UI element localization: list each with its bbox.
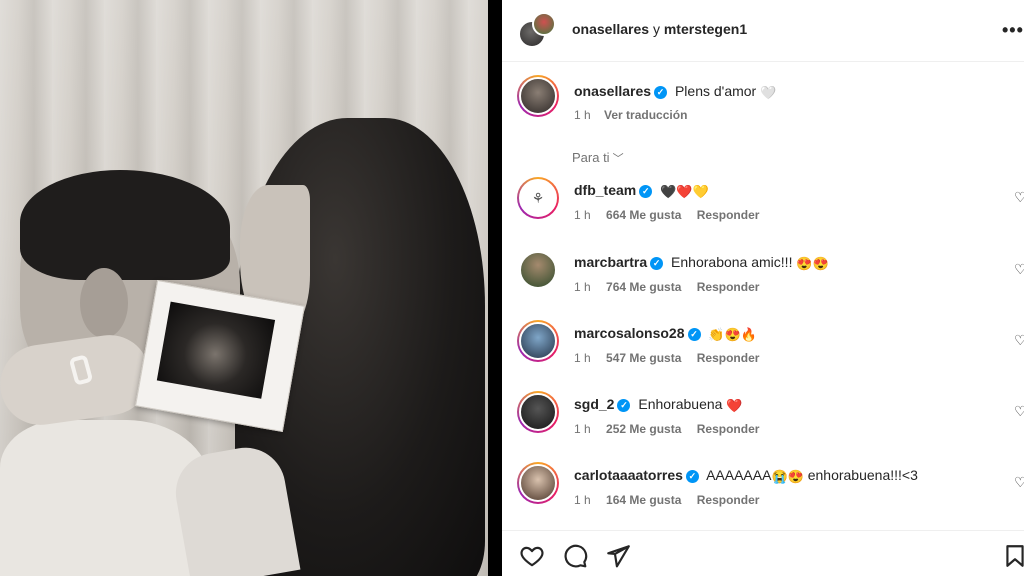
divider (488, 0, 502, 576)
timestamp: 1 h (574, 351, 591, 365)
comment-text: marcosalonso28 ✓ 👏😍🔥 (574, 325, 757, 343)
reply-button[interactable]: Responder (697, 351, 760, 365)
bookmark-icon[interactable] (1002, 543, 1024, 569)
comment-emojis: 🖤❤️💛 (660, 184, 709, 199)
reply-button[interactable]: Responder (697, 280, 760, 294)
username-link[interactable]: sgd_2 (574, 396, 614, 412)
comment-text: sgd_2 ✓ Enhorabuena ❤️ (574, 396, 743, 414)
reply-button[interactable]: Responder (697, 208, 760, 222)
man-ear (80, 268, 128, 338)
comment-meta: 1 h 764 Me gusta Responder (574, 280, 771, 294)
comment-body: Enhorabona amic!!! (671, 254, 793, 270)
comment-emojis: ❤️ (726, 398, 743, 413)
man-hair (20, 170, 230, 280)
comment-bubble-icon[interactable] (562, 543, 588, 569)
post-photo (0, 0, 488, 576)
username-link[interactable]: onasellares (572, 21, 649, 37)
comment-body-2: enhorabuena!!!<3 (807, 467, 918, 483)
username-link[interactable]: onasellares (574, 83, 651, 99)
verified-badge-icon: ✓ (617, 399, 631, 412)
like-heart-icon[interactable] (519, 543, 545, 569)
verified-badge-icon: ✓ (650, 257, 664, 270)
comment-avatar[interactable] (517, 462, 559, 504)
comment-emojis: 😭😍 (771, 469, 804, 484)
heart-icon[interactable]: ♡ (1014, 332, 1024, 349)
ultrasound-photo (135, 279, 305, 433)
more-options-icon[interactable]: ••• (1002, 20, 1024, 41)
comment-avatar[interactable] (517, 391, 559, 433)
verified-badge-icon: ✓ (685, 470, 699, 483)
caption-avatar[interactable] (517, 75, 559, 117)
chevron-down-icon: ﹀ (612, 153, 624, 165)
comment-text: carlotaaaatorres ✓ AAAAAAA😭😍 enhorabuena!… (574, 467, 918, 485)
filter-label: Para ti (572, 150, 610, 165)
comment-emojis: 👏😍🔥 (708, 327, 757, 342)
heart-icon[interactable]: ♡ (1014, 403, 1024, 420)
likes-count[interactable]: 664 Me gusta (606, 208, 681, 222)
timestamp: 1 h (574, 208, 591, 222)
comment-item: marcbartra ✓ Enhorabona amic!!! 😍😍 1 h 76… (502, 249, 1024, 309)
likes-count[interactable]: 764 Me gusta (606, 280, 681, 294)
likes-count[interactable]: 547 Me gusta (606, 351, 681, 365)
timestamp: 1 h (574, 422, 591, 436)
connector-text: y (652, 21, 660, 37)
post-panel: onasellares y mterstegen1 ••• onasellare… (502, 0, 1024, 576)
timestamp: 1 h (574, 280, 591, 294)
timestamp: 1 h (574, 493, 591, 507)
username-link[interactable]: mterstegen1 (664, 21, 747, 37)
comment-avatar[interactable] (517, 249, 559, 291)
comment-filter-dropdown[interactable]: Para ti ﹀ (572, 150, 624, 166)
comment-text: dfb_team ✓ 🖤❤️💛 (574, 182, 709, 200)
translate-link[interactable]: Ver traducción (604, 108, 687, 122)
username-link[interactable]: marcosalonso28 (574, 325, 685, 341)
comment-meta: 1 h 164 Me gusta Responder (574, 493, 771, 507)
comment-meta: 1 h 547 Me gusta Responder (574, 351, 771, 365)
collab-usernames: onasellares y mterstegen1 (572, 21, 747, 37)
timestamp: 1 h (574, 108, 591, 122)
avatar (532, 12, 556, 36)
likes-count[interactable]: 252 Me gusta (606, 422, 681, 436)
heart-icon[interactable]: ♡ (1014, 474, 1024, 491)
caption-meta: 1 h Ver traducción (574, 108, 697, 122)
username-link[interactable]: dfb_team (574, 182, 636, 198)
post-header: onasellares y mterstegen1 ••• (502, 0, 1024, 62)
action-bar (502, 530, 1024, 576)
comment-meta: 1 h 664 Me gusta Responder (574, 208, 771, 222)
heart-icon[interactable]: ♡ (1014, 261, 1024, 278)
comment-avatar[interactable]: ⚘ (517, 177, 559, 219)
comment-item: ⚘ dfb_team ✓ 🖤❤️💛 1 h 664 Me gusta Respon… (502, 177, 1024, 237)
caption-emoji: 🤍 (760, 85, 777, 100)
likes-count[interactable]: 164 Me gusta (606, 493, 681, 507)
username-link[interactable]: carlotaaaatorres (574, 467, 683, 483)
comment-item: sgd_2 ✓ Enhorabuena ❤️ 1 h 252 Me gusta R… (502, 391, 1024, 451)
caption-body: Plens d'amor (674, 83, 757, 99)
verified-badge-icon: ✓ (687, 328, 701, 341)
heart-icon[interactable]: ♡ (1014, 189, 1024, 206)
comment-body: Enhorabuena (638, 396, 723, 412)
verified-badge-icon: ✓ (654, 86, 668, 99)
verified-badge-icon: ✓ (639, 185, 653, 198)
comment-text: marcbartra ✓ Enhorabona amic!!! 😍😍 (574, 254, 829, 272)
caption-text: onasellares ✓ Plens d'amor 🤍 (574, 83, 776, 101)
comment-item: marcosalonso28 ✓ 👏😍🔥 1 h 547 Me gusta Res… (502, 320, 1024, 380)
comment-emojis: 😍😍 (796, 256, 829, 271)
username-link[interactable]: marcbartra (574, 254, 647, 270)
reply-button[interactable]: Responder (697, 493, 760, 507)
collab-avatars[interactable] (518, 12, 558, 52)
comment-meta: 1 h 252 Me gusta Responder (574, 422, 771, 436)
comment-item: carlotaaaatorres ✓ AAAAAAA😭😍 enhorabuena!… (502, 462, 1024, 522)
share-send-icon[interactable] (605, 543, 631, 569)
comment-body: AAAAAAA (706, 467, 772, 483)
ultrasound-scan (156, 301, 276, 399)
reply-button[interactable]: Responder (697, 422, 760, 436)
comment-avatar[interactable] (517, 320, 559, 362)
